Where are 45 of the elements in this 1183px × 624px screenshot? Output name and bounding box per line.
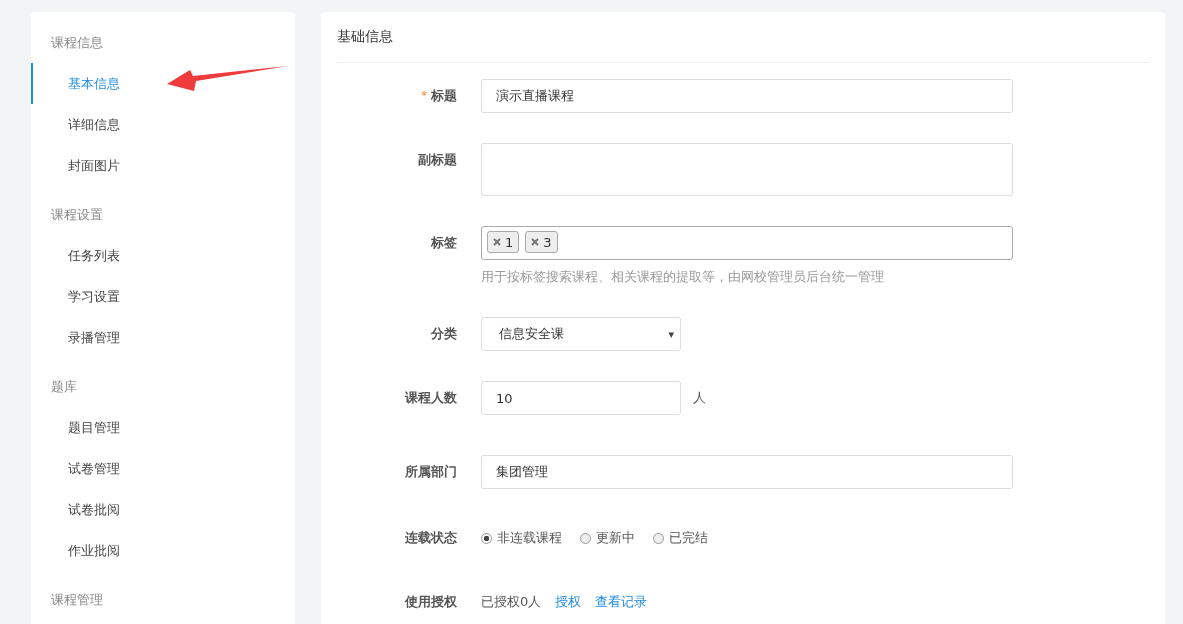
number-input[interactable]: 10 <box>481 381 681 415</box>
tags-field[interactable]: 1 3 <box>481 226 1013 260</box>
field-label: 使用授权 <box>405 593 457 611</box>
field-label: 分类 <box>431 325 457 343</box>
field-label: 标签 <box>431 234 457 252</box>
field-label: 标题 <box>431 87 457 105</box>
group-title: 课程信息 <box>50 34 104 52</box>
textarea-field[interactable] <box>481 143 1013 196</box>
radio-icon[interactable] <box>653 532 664 544</box>
sidebar-item[interactable]: 封面图片 <box>31 145 295 186</box>
close-icon[interactable] <box>531 238 540 246</box>
sidebar-item[interactable]: 任务列表 <box>31 235 295 276</box>
close-icon[interactable] <box>493 238 501 246</box>
field-label: 课程人数 <box>405 389 457 407</box>
text-input[interactable]: 演示直播课程 <box>481 79 1013 113</box>
radio-icon[interactable] <box>580 532 591 544</box>
tag-chip[interactable]: 1 <box>487 231 520 253</box>
sidebar-item[interactable]: 详细信息 <box>31 104 295 145</box>
field-label: 所属部门 <box>405 463 457 481</box>
field-label: 连载状态 <box>405 529 457 547</box>
required-mark: * <box>421 88 427 104</box>
radio-option[interactable]: 非连载课程 <box>481 521 562 555</box>
text-input[interactable]: 集团管理 <box>481 455 1013 489</box>
select-value: 信息安全课 <box>499 325 564 343</box>
group-title: 课程管理 <box>50 591 104 609</box>
radio-option[interactable]: 已完结 <box>653 521 708 555</box>
link[interactable]: 查看记录 <box>595 594 648 609</box>
caret-icon: ▾ <box>668 327 674 341</box>
radio-option[interactable]: 更新中 <box>580 521 635 555</box>
sidebar-item[interactable]: 录播管理 <box>31 317 295 358</box>
panel-title: 基础信息 <box>337 12 1149 63</box>
sidebar-item[interactable]: 试卷批阅 <box>31 489 295 530</box>
sidebar-item[interactable]: 题目管理 <box>31 407 295 448</box>
link[interactable]: 授权 <box>555 594 582 609</box>
group-title: 课程设置 <box>50 206 104 224</box>
unit-text: 人 <box>693 389 706 407</box>
radio-icon[interactable] <box>481 532 492 544</box>
auth-status: 已授权0人 <box>481 594 542 609</box>
category-select[interactable]: 信息安全课 ▾ <box>481 317 681 351</box>
group-title: 题库 <box>50 378 78 396</box>
sidebar-item[interactable]: 作业批阅 <box>31 530 295 571</box>
field-label: 副标题 <box>418 151 457 169</box>
tag-chip[interactable]: 3 <box>525 231 558 253</box>
sidebar-item[interactable]: 试卷管理 <box>31 448 295 489</box>
sidebar-item[interactable]: 学习设置 <box>31 276 295 317</box>
